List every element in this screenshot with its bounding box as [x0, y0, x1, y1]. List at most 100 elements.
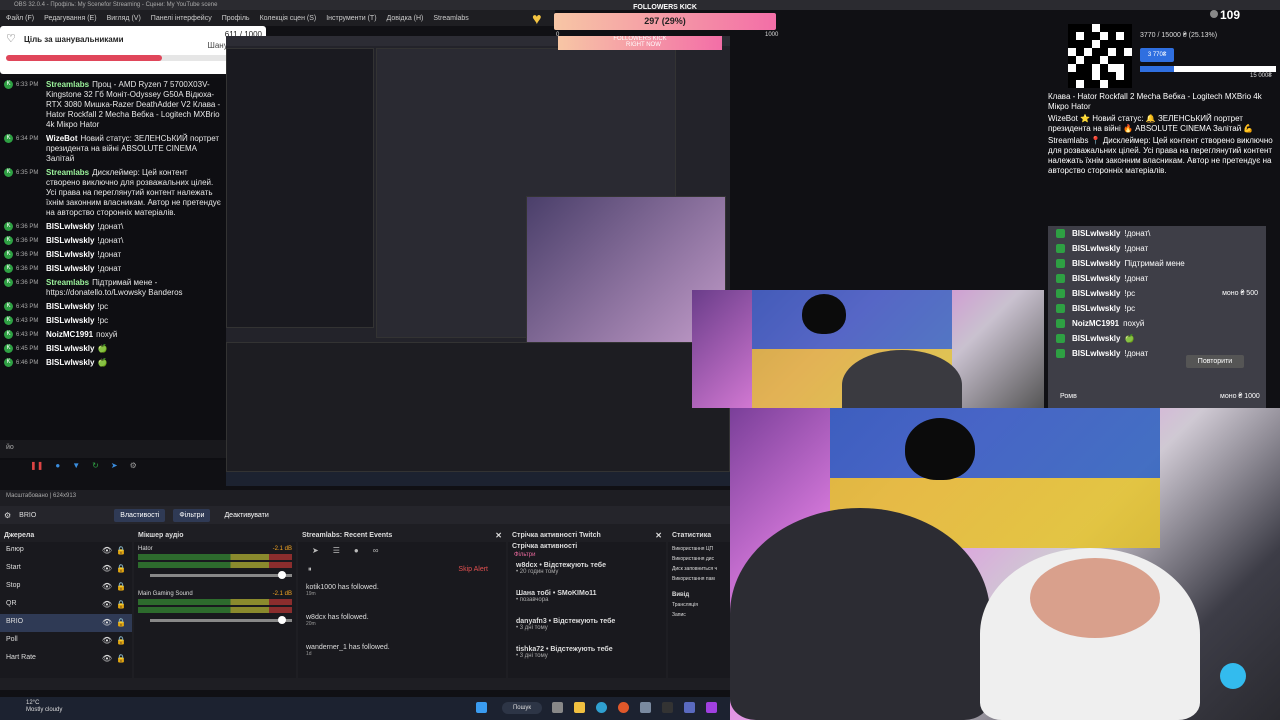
stats-list: Використання ЦП Використання дис Диск запо…	[668, 542, 730, 586]
repeat-button[interactable]: Повторити	[1186, 355, 1244, 368]
kick-icon[interactable]: ●	[55, 461, 60, 470]
menu-item[interactable]: Вигляд (V)	[107, 15, 141, 22]
source-item[interactable]: Hart Rate 👁 🔒	[0, 650, 132, 668]
kick-badge-icon: K	[4, 358, 13, 367]
deactivate-tab[interactable]: Деактивувати	[218, 509, 274, 522]
slider-handle[interactable]	[277, 571, 286, 579]
properties-tab[interactable]: Властивості	[114, 508, 166, 522]
eye-icon[interactable]: 👁	[102, 564, 112, 573]
chat-username[interactable]: WizeBot	[46, 134, 77, 143]
windows-start-icon[interactable]	[476, 702, 487, 713]
chat-username[interactable]: NoizMC1991	[46, 330, 93, 339]
chat-time: 6:36 PM	[16, 280, 39, 286]
mixer-list: Hator -2.1 dB Main Gaming Sound -2.1 dB	[134, 542, 296, 632]
app-icon[interactable]	[640, 702, 651, 713]
menu-item[interactable]: Довідка (H)	[387, 15, 424, 22]
chat-username[interactable]: BISLwlwskly	[46, 316, 94, 325]
filters-link[interactable]: Фільтри	[508, 551, 666, 559]
task-view-icon[interactable]	[552, 702, 563, 713]
taskbar-search[interactable]: Пошук	[502, 702, 542, 714]
right-panel-user[interactable]: BISLwlwskly	[1072, 259, 1120, 268]
chat-username[interactable]: BISLwlwskly	[46, 250, 94, 259]
filters-tab[interactable]: Фільтри	[173, 508, 211, 522]
close-icon[interactable]: ✕	[495, 531, 502, 540]
menu-item[interactable]: Редагування (Е)	[44, 15, 96, 22]
chat-username[interactable]: BISLwlwskly	[46, 344, 94, 353]
lock-icon[interactable]: 🔒	[116, 582, 126, 591]
send-icon[interactable]: ➤	[111, 461, 118, 470]
source-item[interactable]: BRIO 👁 🔒	[0, 614, 132, 632]
volume-slider[interactable]	[150, 616, 292, 624]
chat-username[interactable]: BISLwlwskly	[46, 222, 94, 231]
donation-amount-button[interactable]: 3 770₴	[1140, 48, 1174, 62]
list-icon[interactable]: ☰	[333, 546, 340, 560]
stat-label: Використання пам	[672, 576, 715, 582]
source-item[interactable]: Stop 👁 🔒	[0, 578, 132, 596]
file-explorer-icon[interactable]	[574, 702, 585, 713]
eye-icon[interactable]: 👁	[102, 582, 112, 591]
right-panel-user[interactable]: BISLwlwskly	[1072, 289, 1120, 298]
source-item[interactable]: QR 👁 🔒	[0, 596, 132, 614]
chat-username[interactable]: BISLwlwskly	[46, 264, 94, 273]
lock-icon[interactable]: 🔒	[116, 564, 126, 573]
eye-icon[interactable]: 👁	[102, 600, 112, 609]
twitch-icon[interactable]	[706, 702, 717, 713]
gear-icon[interactable]: ⚙	[130, 461, 137, 470]
lock-icon[interactable]: 🔒	[116, 618, 126, 627]
chat-username[interactable]: BISLwlwskly	[46, 236, 94, 245]
chat-input[interactable]: йо	[0, 440, 226, 458]
activity-subtitle: Стрічка активності	[512, 543, 578, 550]
lock-icon[interactable]: 🔒	[116, 654, 126, 663]
slider-handle[interactable]	[277, 616, 286, 624]
right-panel-text: !донат	[1124, 244, 1149, 253]
obs-icon[interactable]	[662, 702, 673, 713]
right-panel-user[interactable]: NoizMC1991	[1072, 319, 1119, 328]
chat-username[interactable]: Streamlabs	[46, 168, 89, 177]
source-item[interactable]: Poll 👁 🔒	[0, 632, 132, 650]
source-item[interactable]: Start 👁 🔒	[0, 560, 132, 578]
volume-slider[interactable]	[150, 571, 292, 579]
right-panel-user[interactable]: BISLwlwskly	[1072, 349, 1120, 358]
right-panel-user[interactable]: BISLwlwskly	[1072, 274, 1120, 283]
menu-item[interactable]: Профіль	[222, 15, 250, 22]
pause-icon[interactable]: ❚❚	[30, 461, 43, 470]
chat-username[interactable]: Streamlabs	[46, 80, 89, 89]
menu-item[interactable]: Колекція сцен (S)	[260, 15, 317, 22]
refresh-icon[interactable]: ↻	[92, 461, 99, 470]
chat-username[interactable]: Streamlabs	[46, 278, 89, 287]
stats-dock: Статистика Використання ЦП Використання д…	[668, 530, 730, 678]
chat-username[interactable]: BISLwlwskly	[46, 358, 94, 367]
eye-icon[interactable]: 👁	[102, 654, 112, 663]
chat-text: 🍏	[97, 344, 108, 353]
menu-item[interactable]: Файл (F)	[6, 15, 34, 22]
source-item[interactable]: Блюр 👁 🔒	[0, 542, 132, 560]
kick-badge-icon	[1056, 259, 1065, 268]
pause-icon[interactable]: ⏸	[308, 566, 312, 573]
right-panel-user[interactable]: BISLwlwskly	[1072, 334, 1120, 343]
eye-icon[interactable]: 👁	[102, 546, 112, 555]
weather-widget[interactable]: 12°C Mostly cloudy	[4, 700, 62, 714]
filter-icon[interactable]: ▼	[72, 461, 80, 470]
eye-icon[interactable]: 👁	[102, 636, 112, 645]
lock-icon[interactable]: 🔒	[116, 600, 126, 609]
right-panel-user[interactable]: BISLwlwskly	[1072, 304, 1120, 313]
send-icon[interactable]: ➤	[312, 546, 319, 560]
eye-icon[interactable]: 👁	[102, 618, 112, 627]
close-icon[interactable]: ✕	[655, 531, 662, 540]
skip-alert-button[interactable]: Skip Alert	[458, 566, 488, 573]
discord-icon[interactable]	[684, 702, 695, 713]
chat-text: !донат	[97, 264, 122, 273]
right-panel-user[interactable]: BISLwlwskly	[1072, 229, 1120, 238]
menu-item[interactable]: Streamlabs	[433, 15, 468, 22]
firefox-icon[interactable]	[618, 702, 629, 713]
right-panel-user[interactable]: BISLwlwskly	[1072, 244, 1120, 253]
link-icon[interactable]: ∞	[373, 546, 379, 560]
chat-message: K 6:34 PM WizeBot Новий статус: ЗЕЛЕНСЬКИЙ …	[0, 132, 226, 166]
lock-icon[interactable]: 🔒	[116, 636, 126, 645]
person-icon[interactable]: ●	[354, 546, 359, 560]
chat-username[interactable]: BISLwlwskly	[46, 302, 94, 311]
lock-icon[interactable]: 🔒	[116, 546, 126, 555]
menu-item[interactable]: Панелі інтерфейсу	[151, 15, 212, 22]
menu-item[interactable]: Інструменти (T)	[326, 15, 376, 22]
edge-icon[interactable]	[596, 702, 607, 713]
